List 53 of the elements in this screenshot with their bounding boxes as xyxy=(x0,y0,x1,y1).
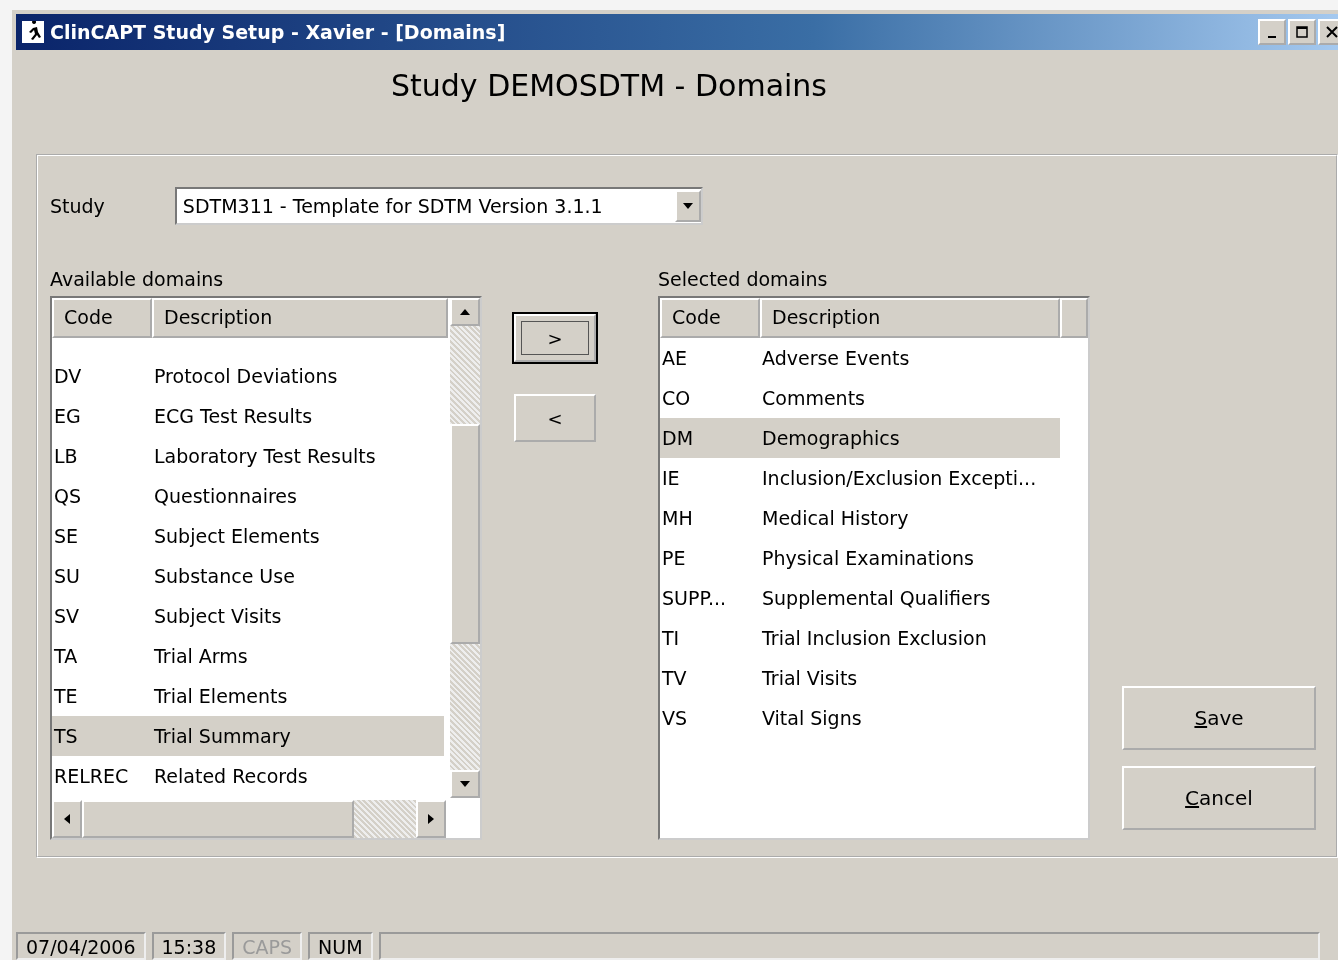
scroll-left-icon xyxy=(64,814,70,824)
domain-row[interactable]: SV Subject Visits xyxy=(52,596,444,636)
domain-row[interactable]: TE Trial Elements xyxy=(52,676,444,716)
maximize-button[interactable] xyxy=(1288,19,1316,45)
domain-row[interactable]: TV Trial Visits xyxy=(660,658,1060,698)
dialog-button[interactable]: Save xyxy=(1122,686,1316,750)
scroll-up-icon xyxy=(460,309,470,315)
study-dropdown[interactable]: SDTM311 - Template for SDTM Version 3.1.1 xyxy=(174,187,703,225)
status-pane: CAPS xyxy=(232,932,303,960)
move-button[interactable]: < xyxy=(514,394,596,442)
domain-row[interactable]: QS Questionnaires xyxy=(52,476,444,516)
domain-row[interactable]: IE Inclusion/Exclusion Excepti... xyxy=(660,458,1060,498)
domain-row[interactable]: TA Trial Arms xyxy=(52,636,444,676)
domain-row[interactable]: SE Subject Elements xyxy=(52,516,444,556)
domain-row[interactable]: DM Demographics xyxy=(660,418,1060,458)
horizontal-scrollbar[interactable] xyxy=(52,800,446,838)
status-pane: NUM xyxy=(308,932,373,960)
status-pane: 07/04/2006 xyxy=(16,932,146,960)
scroll-right-icon xyxy=(428,814,434,824)
window-title: ClinCAPT Study Setup - Xavier - [Domains] xyxy=(50,21,507,43)
selected-domains-label: Selected domains xyxy=(658,268,829,290)
minimize-button[interactable] xyxy=(1258,19,1286,45)
vertical-scrollbar[interactable] xyxy=(450,298,480,798)
domain-row[interactable]: TI Trial Inclusion Exclusion xyxy=(660,618,1060,658)
study-label: Study xyxy=(50,195,105,217)
column-header[interactable]: Description xyxy=(760,298,1060,338)
page-heading: Study DEMOSDTM - Domains xyxy=(390,68,828,105)
maximize-icon xyxy=(1296,26,1308,38)
domain-row[interactable]: LB Laboratory Test Results xyxy=(52,436,444,476)
minimize-icon xyxy=(1268,36,1276,38)
domain-row[interactable]: VS Vital Signs xyxy=(660,698,1060,738)
scroll-down-icon xyxy=(460,781,470,787)
dropdown-arrow-icon xyxy=(682,203,693,209)
column-header[interactable]: Code xyxy=(660,298,760,338)
domain-row[interactable]: DV Protocol Deviations xyxy=(52,356,444,396)
domain-row[interactable]: SU Substance Use xyxy=(52,556,444,596)
domain-row[interactable]: AE Adverse Events xyxy=(660,338,1060,378)
domain-row[interactable]: PE Physical Examinations xyxy=(660,538,1060,578)
column-header[interactable]: Description xyxy=(152,298,448,338)
domain-row[interactable]: RELREC Related Records xyxy=(52,756,444,796)
domain-row[interactable]: TS Trial Summary xyxy=(52,716,444,756)
close-icon xyxy=(1326,26,1338,38)
domain-row[interactable]: CO Comments xyxy=(660,378,1060,418)
domain-row[interactable]: SUPP... Supplemental Qualifiers xyxy=(660,578,1060,618)
status-pane: 15:38 xyxy=(151,932,227,960)
runner-icon xyxy=(22,21,44,43)
domain-row[interactable]: EG ECG Test Results xyxy=(52,396,444,436)
move-button[interactable]: > xyxy=(514,314,596,362)
column-header[interactable]: Code xyxy=(52,298,152,338)
domain-row[interactable]: MH Medical History xyxy=(660,498,1060,538)
available-domains-label: Available domains xyxy=(50,268,225,290)
dialog-button[interactable]: Cancel xyxy=(1122,766,1316,830)
close-button[interactable] xyxy=(1318,19,1338,45)
